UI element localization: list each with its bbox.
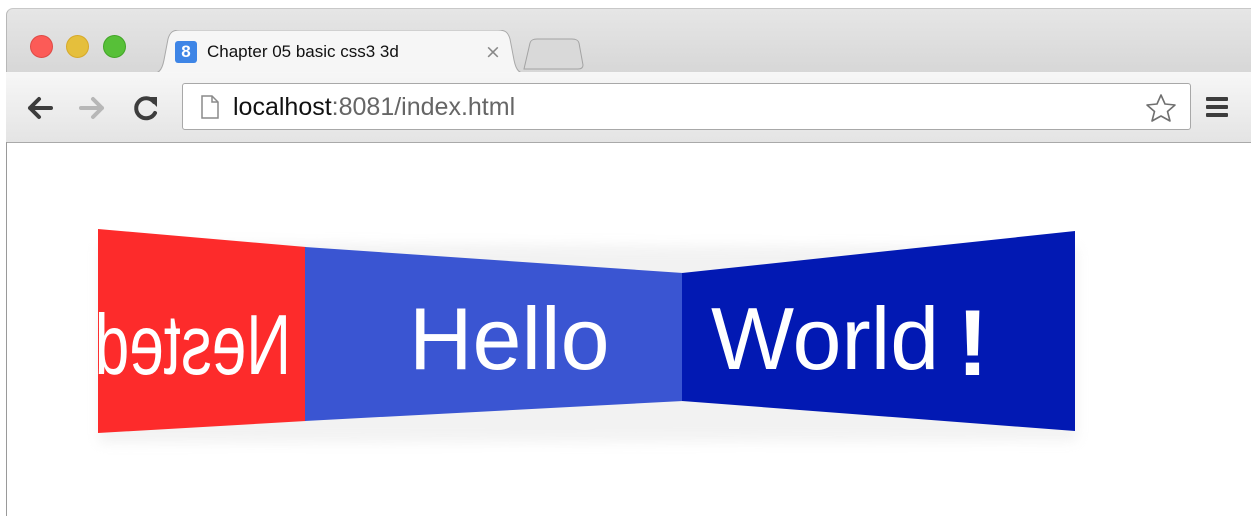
tab-title: Chapter 05 basic css3 3d <box>207 42 399 61</box>
new-tab-button[interactable] <box>520 38 586 75</box>
tab-chapter-05[interactable]: 8 Chapter 05 basic css3 3d × <box>150 30 528 74</box>
reload-icon <box>134 96 157 121</box>
url-path: :8081/index.html <box>331 93 516 121</box>
window-zoom-button[interactable] <box>103 35 126 58</box>
url-host: localhost <box>233 93 332 121</box>
forward-arrow-icon <box>79 97 104 119</box>
page-content: Nested Hello World ! <box>7 143 1251 516</box>
browser-window: 8 Chapter 05 basic css3 3d × localhost:8… <box>0 0 1251 516</box>
back-button[interactable] <box>24 93 56 123</box>
forward-button[interactable] <box>76 93 108 123</box>
new-tab-icon <box>523 38 584 70</box>
page-icon <box>201 95 219 119</box>
css3d-demo: Nested Hello World ! <box>95 229 1077 443</box>
url-text: localhost:8081/index.html <box>233 93 515 121</box>
panel-world-text: World <box>711 289 939 388</box>
back-arrow-icon <box>28 97 53 119</box>
menu-icon[interactable] <box>1204 95 1230 119</box>
exclamation-text: ! <box>957 290 988 395</box>
google-favicon-icon: 8 <box>175 41 197 63</box>
bookmark-star-icon[interactable] <box>1145 93 1177 123</box>
browser-toolbar: localhost:8081/index.html <box>6 72 1251 143</box>
reload-button[interactable] <box>130 93 162 123</box>
window-minimize-button[interactable] <box>66 35 89 58</box>
panel-nested-text: Nested <box>95 297 291 392</box>
tab-close-icon[interactable]: × <box>483 41 503 63</box>
panel-hello-text: Hello <box>409 289 610 388</box>
window-close-button[interactable] <box>30 35 53 58</box>
address-bar[interactable]: localhost:8081/index.html <box>182 83 1191 130</box>
